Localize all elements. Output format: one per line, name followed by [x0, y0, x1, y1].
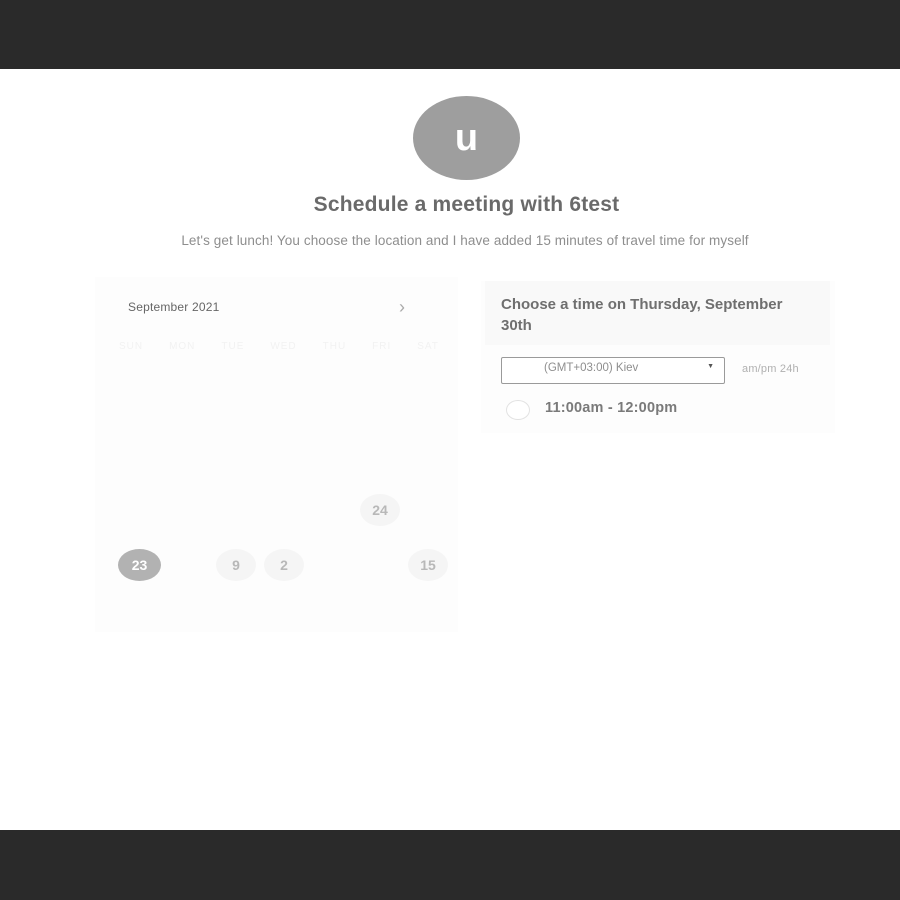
calendar-day-label: 15 [420, 557, 436, 573]
scheduling-page: u Schedule a meeting with 6test Let's ge… [0, 69, 900, 830]
time-format-toggle[interactable]: am/pm 24h [742, 363, 799, 375]
page-title: Schedule a meeting with 6test [313, 193, 620, 216]
weekday-label: FRI [372, 341, 392, 352]
time-slot-option[interactable]: 11:00am - 12:00pm [505, 398, 765, 420]
calendar-day-24[interactable]: 24 [360, 494, 400, 526]
bottom-frame-bar [0, 830, 900, 900]
radio-icon[interactable] [506, 400, 530, 420]
calendar-day-9[interactable]: 9 [216, 549, 256, 581]
weekday-label: MON [169, 341, 196, 352]
chevron-right-icon[interactable]: › [394, 297, 410, 317]
calendar-day-label: 23 [131, 557, 148, 573]
top-frame-bar [0, 0, 900, 69]
meeting-description: Let's get lunch! You choose the location… [181, 233, 749, 248]
weekday-label: SAT [417, 341, 439, 352]
weekday-label: TUE [221, 341, 245, 352]
time-picker-header: Choose a time on Thursday, September 30t… [485, 281, 830, 345]
calendar-day-label: 24 [372, 502, 388, 518]
time-slot-label: 11:00am - 12:00pm [545, 400, 678, 416]
time-picker-panel: Choose a time on Thursday, September 30t… [481, 281, 835, 433]
timezone-value: (GMT+03:00) Kiev [544, 362, 639, 374]
calendar-day-label: 2 [280, 557, 288, 573]
calendar-day-2[interactable]: 2 [264, 549, 304, 581]
avatar-initial: u [454, 117, 479, 159]
calendar-day-15[interactable]: 15 [408, 549, 448, 581]
weekday-label: WED [270, 341, 297, 352]
caret-down-icon: ▼ [707, 363, 714, 370]
weekday-label: SUN [119, 341, 144, 352]
timezone-select[interactable]: (GMT+03:00) Kiev ▼ [501, 357, 725, 384]
weekday-label: THU [322, 341, 347, 352]
calendar-day-selected[interactable]: 23 [118, 549, 161, 581]
calendar-day-label: 9 [232, 557, 240, 573]
calendar-weekday-row: SUN MON TUE WED THU FRI SAT [119, 341, 439, 352]
host-avatar: u [413, 96, 520, 180]
calendar-month-label: September 2021 [128, 300, 220, 314]
time-picker-heading: Choose a time on Thursday, September 30t… [501, 296, 783, 334]
calendar-panel: September 2021 › SUN MON TUE WED THU FRI… [95, 277, 458, 632]
